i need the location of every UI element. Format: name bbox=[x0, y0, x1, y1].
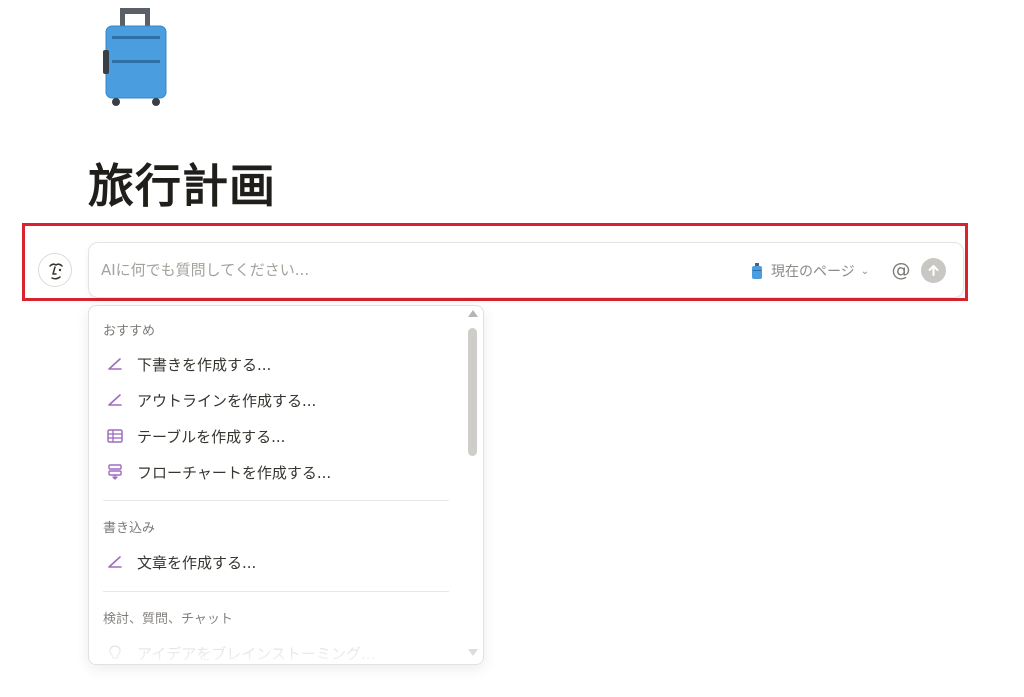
scroll-thumb[interactable] bbox=[468, 328, 477, 456]
ai-prompt-box: 現在のページ ⌄ @ bbox=[88, 242, 964, 298]
ai-avatar bbox=[38, 253, 72, 287]
lightbulb-icon bbox=[105, 643, 125, 663]
context-selector[interactable]: 現在のページ ⌄ bbox=[751, 260, 869, 282]
pen-icon bbox=[105, 552, 125, 572]
menu-item-draft[interactable]: 下書きを作成する... bbox=[95, 349, 455, 379]
menu-scrollbar[interactable] bbox=[463, 306, 483, 664]
page-title[interactable]: 旅行計画 bbox=[88, 156, 276, 216]
menu-item-table[interactable]: テーブルを作成する... bbox=[95, 421, 455, 451]
menu-item-label: テーブルを作成する... bbox=[137, 427, 286, 446]
menu-item-flowchart[interactable]: フローチャートを作成する... bbox=[95, 457, 455, 487]
ai-suggestion-menu: おすすめ 下書きを作成する... アウトラインを作成する... テーブルを作成す… bbox=[88, 305, 484, 665]
send-button[interactable] bbox=[921, 258, 946, 283]
arrow-up-icon bbox=[928, 265, 939, 276]
chevron-down-icon: ⌄ bbox=[860, 265, 870, 277]
section-header-write: 書き込み bbox=[103, 521, 156, 536]
flowchart-icon bbox=[105, 462, 125, 482]
ai-prompt-input[interactable] bbox=[101, 257, 721, 283]
pen-icon bbox=[105, 390, 125, 410]
menu-item-brainstorm[interactable]: アイデアをブレインストーミング... bbox=[95, 638, 455, 664]
section-header-discuss: 検討、質問、チャット bbox=[103, 612, 233, 627]
ai-face-icon bbox=[49, 263, 63, 280]
context-label: 現在のページ bbox=[771, 264, 855, 280]
section-header-recommended: おすすめ bbox=[103, 324, 156, 339]
scroll-down-arrow-icon[interactable] bbox=[468, 649, 478, 656]
menu-item-label: アウトラインを作成する... bbox=[137, 391, 317, 410]
menu-item-label: フローチャートを作成する... bbox=[137, 463, 332, 482]
suitcase-icon[interactable] bbox=[100, 6, 172, 108]
suitcase-icon bbox=[752, 262, 762, 279]
menu-divider bbox=[103, 591, 449, 592]
scroll-up-arrow-icon[interactable] bbox=[468, 310, 478, 317]
menu-item-label: 下書きを作成する... bbox=[137, 355, 272, 374]
menu-item-compose[interactable]: 文章を作成する... bbox=[95, 547, 455, 577]
menu-item-label: 文章を作成する... bbox=[137, 553, 257, 572]
table-icon bbox=[105, 426, 125, 446]
menu-item-outline[interactable]: アウトラインを作成する... bbox=[95, 385, 455, 415]
menu-item-label: アイデアをブレインストーミング... bbox=[137, 644, 376, 663]
mention-button[interactable]: @ bbox=[889, 258, 913, 282]
pen-icon bbox=[105, 354, 125, 374]
menu-divider bbox=[103, 500, 449, 501]
